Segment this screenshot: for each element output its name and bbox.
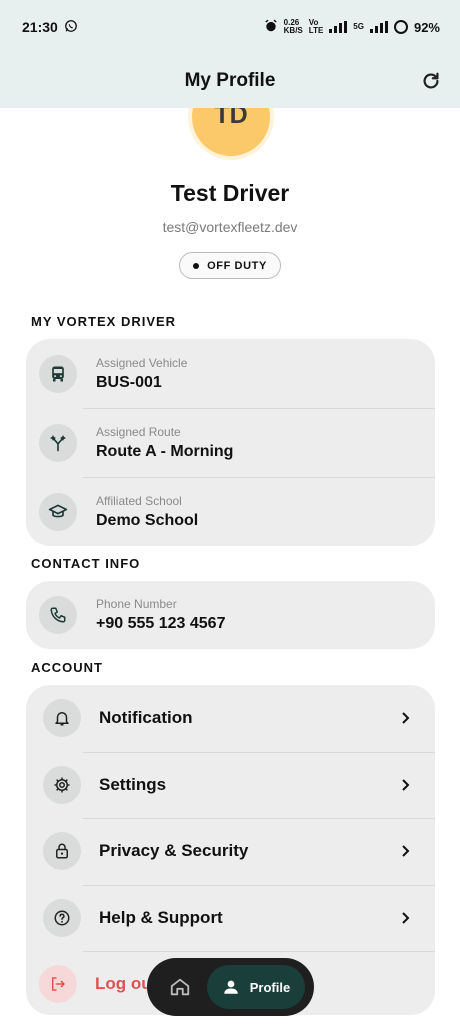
net-speed: 0.26 KB/S — [284, 19, 303, 35]
whatsapp-icon — [64, 19, 78, 36]
status-time: 21:30 — [22, 19, 58, 35]
logout-icon — [39, 965, 77, 1004]
driver-info-card: Assigned Vehicle BUS-001 Assigned Route … — [26, 339, 435, 546]
refresh-button[interactable] — [416, 66, 446, 96]
signal-icon-2 — [369, 21, 388, 33]
section-title-account: ACCOUNT — [31, 660, 103, 675]
avatar[interactable]: TD — [188, 108, 274, 160]
info-text-route: Assigned Route Route A - Morning — [96, 425, 233, 461]
menu-item-label: Settings — [99, 774, 167, 794]
status-bar: 21:30 0.26 KB/S Vo LTE 5G 92% — [0, 0, 460, 54]
info-value: BUS-001 — [96, 373, 162, 391]
volte-bottom: LTE — [308, 26, 324, 35]
alarm-icon — [264, 19, 278, 36]
profile-email: test@vortexfleetz.dev — [162, 219, 298, 235]
app-header: My Profile — [0, 54, 460, 108]
phone-icon — [39, 596, 77, 634]
chevron-right-icon — [401, 912, 413, 924]
menu-item-settings[interactable]: Settings — [26, 751, 435, 819]
info-row-school: Affiliated School Demo School — [26, 477, 435, 546]
lock-icon — [43, 832, 81, 871]
info-label: Assigned Route — [96, 424, 181, 439]
info-value: Route A - Morning — [96, 442, 234, 460]
nav-home-button[interactable] — [165, 972, 195, 1002]
status-left: 21:30 — [22, 19, 78, 36]
signal-icon — [329, 21, 348, 33]
info-text-school: Affiliated School Demo School — [96, 494, 198, 530]
route-fork-icon — [39, 423, 77, 462]
help-circle-icon — [43, 898, 81, 937]
chevron-right-icon — [401, 779, 413, 791]
battery-icon — [393, 20, 408, 34]
duty-status-badge[interactable]: OFF DUTY — [179, 252, 281, 279]
contact-info-card: Phone Number +90 555 123 4567 — [26, 581, 435, 649]
bottom-nav: Profile — [147, 958, 314, 1016]
menu-item-help[interactable]: Help & Support — [26, 884, 435, 952]
info-text-phone: Phone Number +90 555 123 4567 — [96, 597, 225, 633]
graduation-cap-icon — [39, 492, 77, 531]
net-speed-unit: KB/S — [283, 26, 303, 35]
nav-profile-label: Profile — [249, 979, 291, 995]
info-row-route: Assigned Route Route A - Morning — [26, 408, 435, 477]
page-title: My Profile — [184, 70, 276, 91]
duty-status-label: OFF DUTY — [207, 259, 267, 272]
bell-icon — [43, 699, 81, 738]
fiveg-label: 5G — [353, 22, 364, 31]
nav-profile-button[interactable]: Profile — [207, 965, 305, 1009]
menu-item-privacy[interactable]: Privacy & Security — [26, 818, 435, 885]
person-icon — [224, 980, 238, 994]
info-row-vehicle: Assigned Vehicle BUS-001 — [26, 339, 435, 408]
info-label: Affiliated School — [96, 493, 182, 508]
refresh-icon — [423, 72, 439, 89]
info-value: Demo School — [96, 511, 199, 529]
menu-item-notification[interactable]: Notification — [26, 685, 435, 752]
fiveg-indicator: 5G — [353, 23, 364, 31]
chevron-right-icon — [401, 845, 413, 857]
section-title-contact: CONTACT INFO — [31, 556, 141, 571]
info-value: +90 555 123 4567 — [96, 615, 226, 632]
menu-item-label: Notification — [99, 708, 193, 728]
menu-item-label: Help & Support — [99, 907, 223, 927]
volte-indicator: Vo LTE — [309, 19, 324, 35]
info-row-phone[interactable]: Phone Number +90 555 123 4567 — [26, 581, 435, 649]
info-label: Phone Number — [96, 597, 177, 611]
info-text-vehicle: Assigned Vehicle BUS-001 — [96, 356, 187, 392]
menu-item-label: Privacy & Security — [99, 841, 249, 861]
status-right: 0.26 KB/S Vo LTE 5G 92% — [264, 19, 440, 36]
info-label: Assigned Vehicle — [96, 355, 188, 370]
section-title-driver: MY VORTEX DRIVER — [31, 314, 177, 329]
profile-name: Test Driver — [170, 180, 290, 206]
avatar-wrapper: TD — [188, 108, 274, 162]
gear-icon — [43, 765, 81, 804]
chevron-right-icon — [401, 712, 413, 724]
status-dot-icon — [193, 262, 200, 269]
battery-level: 92% — [413, 19, 440, 35]
avatar-initials: TD — [214, 108, 248, 129]
bus-icon — [39, 354, 77, 393]
home-icon — [170, 978, 190, 996]
